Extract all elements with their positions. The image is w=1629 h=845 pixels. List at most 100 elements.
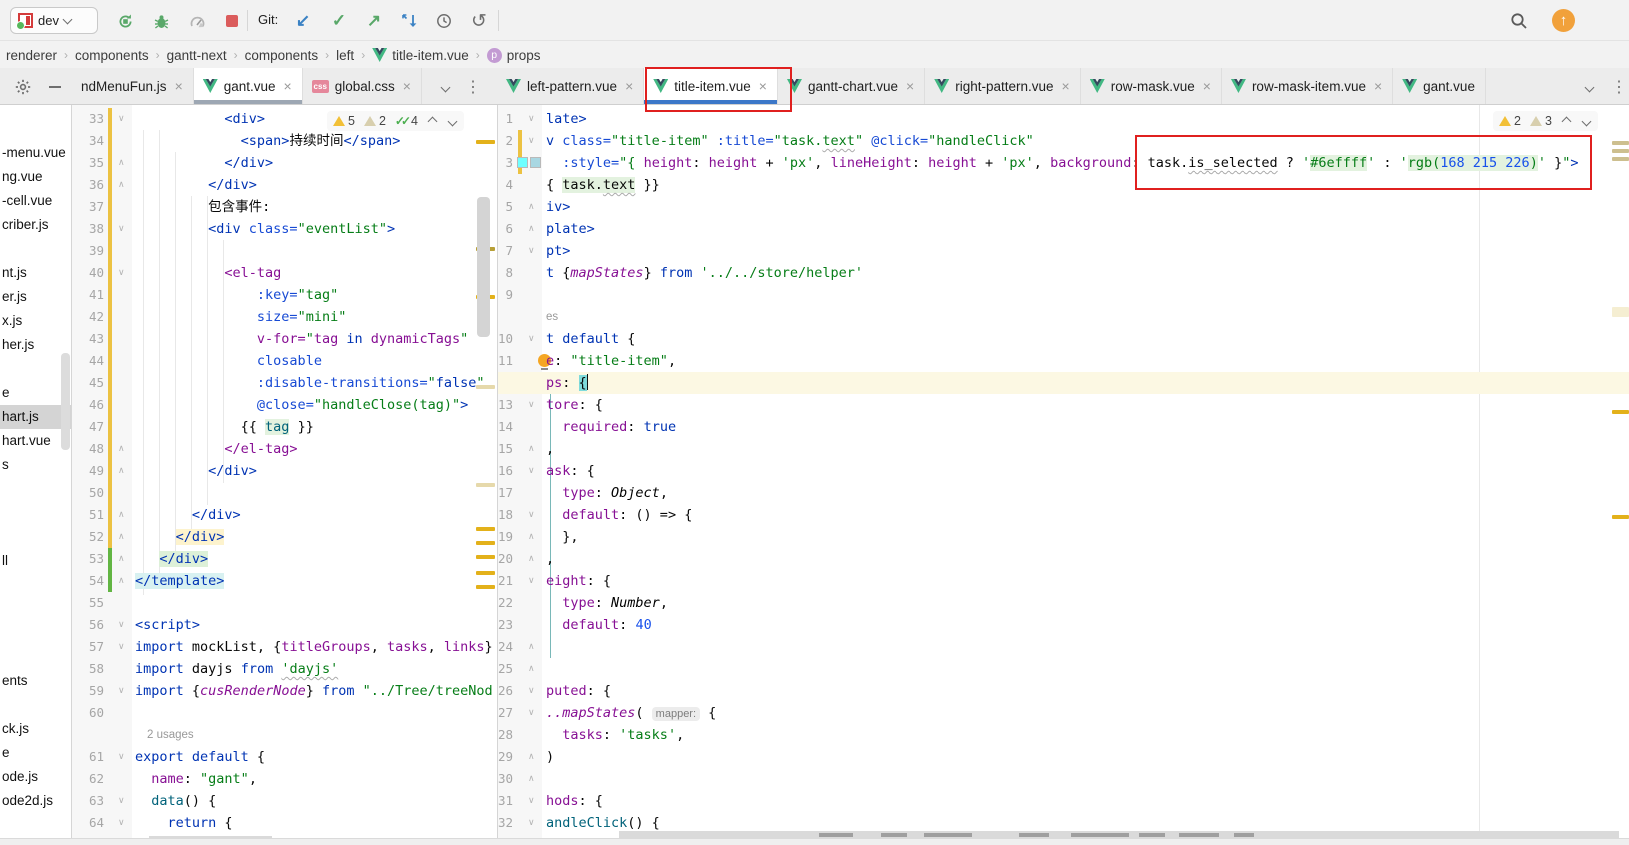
breadcrumb-item[interactable]: gantt-next bbox=[167, 48, 227, 63]
profiler-button[interactable] bbox=[184, 8, 210, 34]
code-line[interactable]: import {cusRenderNode} from "../Tree/tre… bbox=[135, 680, 493, 702]
code-line[interactable]: size="mini" bbox=[135, 306, 346, 328]
code-line[interactable]: <script> bbox=[135, 614, 200, 636]
tab-gant.vue[interactable]: gant.vue bbox=[1393, 68, 1486, 104]
line-number[interactable]: 23 bbox=[498, 614, 513, 636]
code-line[interactable]: t default { bbox=[546, 328, 635, 350]
line-number[interactable]: 57 bbox=[74, 636, 104, 658]
fold-marker-icon[interactable]: ∨ bbox=[528, 394, 535, 416]
update-available-icon[interactable]: ↑ bbox=[1552, 9, 1575, 32]
line-number[interactable]: 4 bbox=[498, 174, 513, 196]
tree-item-s[interactable]: s bbox=[0, 453, 72, 477]
line-number[interactable]: 41 bbox=[74, 284, 104, 306]
fold-marker-icon[interactable]: ∨ bbox=[528, 680, 535, 702]
fold-marker-icon[interactable]: ∧ bbox=[118, 174, 125, 196]
line-number[interactable]: 6 bbox=[498, 218, 513, 240]
line-number[interactable]: 33 bbox=[74, 108, 104, 130]
code-line[interactable]: puted: { bbox=[546, 680, 611, 702]
tree-item-ck.js[interactable]: ck.js bbox=[0, 717, 72, 741]
usages-inlay-hint[interactable]: es bbox=[546, 306, 558, 328]
tree-item-ng.vue[interactable]: ng.vue bbox=[0, 165, 72, 189]
fold-marker-icon[interactable]: ∧ bbox=[118, 504, 125, 526]
next-problem-icon[interactable] bbox=[1581, 116, 1591, 126]
line-number[interactable]: 27 bbox=[498, 702, 513, 724]
code-line[interactable]: @close="handleClose(tag)"> bbox=[135, 394, 468, 416]
tab-row-mask.vue[interactable]: row-mask.vue× bbox=[1081, 68, 1222, 104]
code-line[interactable]: plate> bbox=[546, 218, 595, 240]
code-line[interactable]: <div> bbox=[135, 108, 265, 130]
line-number[interactable]: 54 bbox=[74, 570, 104, 592]
code-line[interactable]: pt> bbox=[546, 240, 570, 262]
close-icon[interactable]: × bbox=[625, 78, 633, 94]
fold-marker-icon[interactable]: ∧ bbox=[118, 460, 125, 482]
close-icon[interactable]: × bbox=[906, 78, 914, 94]
code-line[interactable]: hods: { bbox=[546, 790, 603, 812]
fold-marker-icon[interactable]: ∧ bbox=[528, 746, 535, 768]
close-icon[interactable]: × bbox=[175, 78, 183, 94]
fold-marker-icon[interactable]: ∨ bbox=[528, 504, 535, 526]
tab-gantt-chart.vue[interactable]: gantt-chart.vue× bbox=[778, 68, 925, 104]
line-number[interactable]: 37 bbox=[74, 196, 104, 218]
error-stripe-mark[interactable] bbox=[476, 527, 495, 531]
error-stripe-mark[interactable] bbox=[476, 585, 495, 589]
fold-marker-icon[interactable]: ∧ bbox=[118, 438, 125, 460]
fold-marker-icon[interactable]: ∨ bbox=[528, 570, 535, 592]
line-number[interactable]: 10 bbox=[498, 328, 513, 350]
fold-marker-icon[interactable]: ∨ bbox=[118, 614, 125, 636]
line-number[interactable]: 38 bbox=[74, 218, 104, 240]
line-number[interactable]: 49 bbox=[74, 460, 104, 482]
line-number[interactable]: 56 bbox=[74, 614, 104, 636]
fold-marker-icon[interactable]: ∧ bbox=[528, 196, 535, 218]
code-line[interactable]: default: 40 bbox=[546, 614, 652, 636]
error-stripe-mark[interactable] bbox=[476, 555, 495, 559]
line-number[interactable]: 60 bbox=[74, 702, 104, 724]
code-line[interactable]: { task.text }} bbox=[546, 174, 660, 196]
line-number[interactable]: 63 bbox=[74, 790, 104, 812]
prev-problem-icon[interactable] bbox=[428, 116, 438, 126]
debug-button[interactable] bbox=[148, 8, 174, 34]
error-stripe-mark[interactable] bbox=[476, 483, 495, 487]
line-number[interactable]: 47 bbox=[74, 416, 104, 438]
error-stripe-mark[interactable] bbox=[476, 571, 495, 575]
tree-scrollbar[interactable] bbox=[61, 353, 70, 450]
line-number[interactable]: 25 bbox=[498, 658, 513, 680]
code-line[interactable]: </div> bbox=[135, 152, 273, 174]
close-icon[interactable]: × bbox=[1374, 78, 1382, 94]
error-stripe-mark[interactable] bbox=[1612, 307, 1629, 317]
code-line[interactable]: type: Object, bbox=[546, 482, 668, 504]
line-number[interactable]: 18 bbox=[498, 504, 513, 526]
stop-button[interactable] bbox=[219, 8, 245, 34]
code-line[interactable]: export default { bbox=[135, 746, 265, 768]
line-number[interactable]: 13 bbox=[498, 394, 513, 416]
line-number[interactable]: 9 bbox=[498, 284, 513, 306]
code-line[interactable]: </template> bbox=[135, 570, 224, 592]
right-pane-tab-dropdown-icon[interactable] bbox=[1578, 76, 1600, 98]
fold-marker-icon[interactable]: ∨ bbox=[528, 108, 535, 130]
line-number[interactable]: 19 bbox=[498, 526, 513, 548]
line-number[interactable]: 14 bbox=[498, 416, 513, 438]
error-stripe-mark[interactable] bbox=[476, 140, 495, 144]
line-number[interactable]: 40 bbox=[74, 262, 104, 284]
left-pane-tab-menu-icon[interactable]: ⋮ bbox=[462, 76, 484, 98]
line-number[interactable]: 61 bbox=[74, 746, 104, 768]
line-number[interactable]: 21 bbox=[498, 570, 513, 592]
right-pane-tab-menu-icon[interactable]: ⋮ bbox=[1608, 76, 1629, 98]
git-push-icon[interactable]: ↗ bbox=[361, 8, 387, 34]
code-line[interactable]: name: "gant", bbox=[135, 768, 257, 790]
git-sync-icon[interactable] bbox=[396, 8, 422, 34]
line-number[interactable]: 48 bbox=[74, 438, 104, 460]
line-number[interactable]: 20 bbox=[498, 548, 513, 570]
code-line[interactable]: , bbox=[546, 548, 554, 570]
line-number[interactable]: 29 bbox=[498, 746, 513, 768]
tab-gant.vue[interactable]: gant.vue× bbox=[194, 68, 303, 104]
fold-marker-icon[interactable]: ∨ bbox=[528, 130, 535, 152]
code-line[interactable]: required: true bbox=[546, 416, 676, 438]
code-line[interactable]: 包含事件: bbox=[135, 196, 270, 218]
fold-marker-icon[interactable]: ∨ bbox=[118, 262, 125, 284]
line-number[interactable]: 16 bbox=[498, 460, 513, 482]
tree-item-e[interactable]: e bbox=[0, 741, 72, 765]
code-line[interactable]: import mockList, {titleGroups, tasks, li… bbox=[135, 636, 493, 658]
breadcrumb-item[interactable]: renderer bbox=[6, 48, 57, 63]
line-number[interactable]: 46 bbox=[74, 394, 104, 416]
editor-pane-right[interactable]: 1∨late>2∨v class="title-item" :title="ta… bbox=[497, 105, 1629, 845]
